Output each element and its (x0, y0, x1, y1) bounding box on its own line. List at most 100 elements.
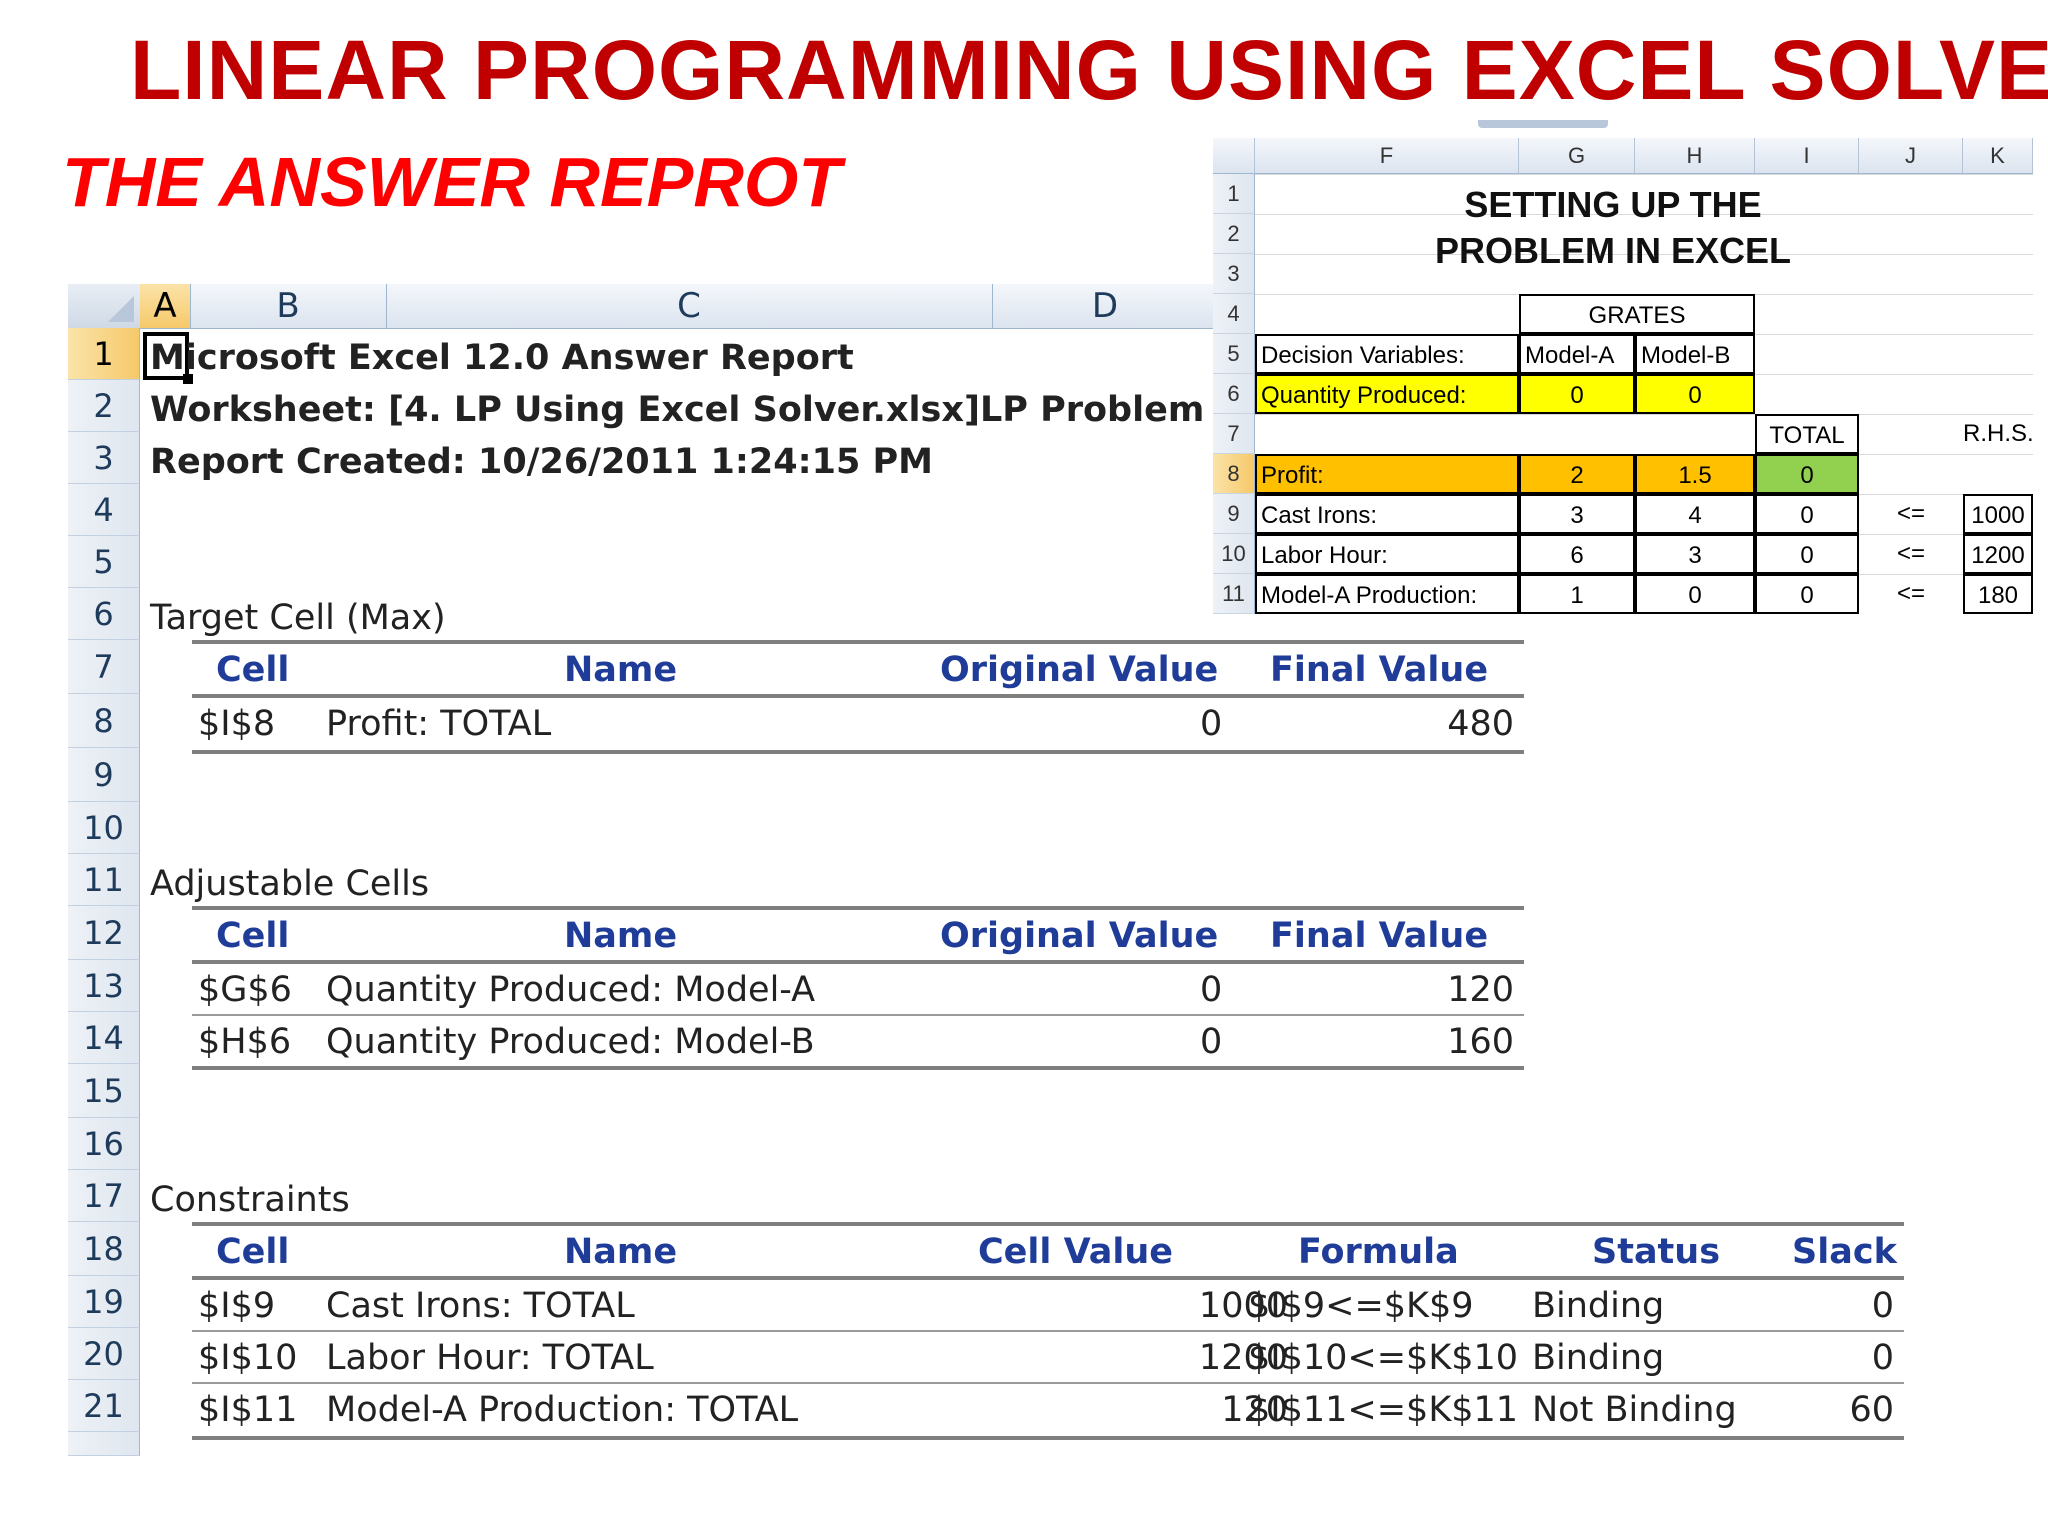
row-header[interactable]: 8 (1213, 454, 1255, 494)
quantity-produced-label[interactable]: Quantity Produced: (1255, 374, 1519, 414)
col-final-header: Final Value (1270, 650, 1489, 690)
profit-total-cell[interactable]: 0 (1755, 454, 1859, 494)
profit-model-b-cell[interactable]: 1.5 (1635, 454, 1755, 494)
setup-title-line1: SETTING UP THE (1464, 184, 1762, 225)
constraint-operator[interactable]: <= (1859, 494, 1963, 534)
constraint-rhs[interactable]: 1200 (1963, 534, 2033, 574)
constraint-operator[interactable]: <= (1859, 574, 1963, 614)
adjustable-cells-heading: Adjustable Cells (150, 864, 430, 904)
column-header-k[interactable]: K (1963, 138, 2033, 174)
constraint-a[interactable]: 6 (1519, 534, 1635, 574)
profit-label[interactable]: Profit: (1255, 454, 1519, 494)
constraints-heading: Constraints (150, 1180, 350, 1220)
row-header[interactable]: 14 (68, 1012, 140, 1064)
row-formula: $I$11<=$K$11 (1248, 1390, 1519, 1430)
constraint-label[interactable]: Cast Irons: (1255, 494, 1519, 534)
column-header-d[interactable]: D (992, 284, 1218, 328)
report-created: Report Created: 10/26/2011 1:24:15 PM (150, 442, 933, 482)
constraint-total[interactable]: 0 (1755, 534, 1859, 574)
col-original-header: Original Value (940, 916, 1219, 956)
col-name-header: Name (564, 650, 678, 690)
row-header[interactable]: 12 (68, 906, 140, 960)
row-header[interactable]: 4 (68, 484, 140, 536)
constraint-b[interactable]: 0 (1635, 574, 1755, 614)
row-cell: $I$8 (198, 704, 276, 744)
row-header[interactable]: 15 (68, 1064, 140, 1118)
row-header[interactable]: 19 (68, 1276, 140, 1328)
row-name: Profit: TOTAL (326, 704, 552, 744)
sheet-scroll-tab[interactable] (1478, 120, 1608, 128)
row-final: 480 (1447, 704, 1514, 744)
row-header[interactable]: 20 (68, 1328, 140, 1380)
target-cell-heading: Target Cell (Max) (150, 598, 446, 638)
row-header[interactable]: 2 (68, 380, 140, 432)
column-header-j[interactable]: J (1859, 138, 1963, 174)
constraint-a[interactable]: 1 (1519, 574, 1635, 614)
column-header-b[interactable]: B (190, 284, 387, 328)
row-header[interactable]: 3 (1213, 254, 1255, 294)
grates-header[interactable]: GRATES (1519, 294, 1755, 334)
row-header[interactable]: 7 (1213, 414, 1255, 454)
constraint-label[interactable]: Model-A Production: (1255, 574, 1519, 614)
model-a-header[interactable]: Model-A (1519, 334, 1635, 374)
row-header[interactable]: 17 (68, 1170, 140, 1222)
constraint-b[interactable]: 4 (1635, 494, 1755, 534)
row-header[interactable]: 9 (68, 748, 140, 802)
column-header-h[interactable]: H (1635, 138, 1755, 174)
select-all-corner[interactable] (68, 284, 141, 328)
row-header[interactable]: 6 (68, 588, 140, 640)
constraint-rhs[interactable]: 180 (1963, 574, 2033, 614)
row-header[interactable]: 6 (1213, 374, 1255, 414)
row-status: Binding (1532, 1338, 1665, 1378)
row-name: Model-A Production: TOTAL (326, 1390, 799, 1430)
row-header[interactable]: 1 (1213, 174, 1255, 214)
table-rule (192, 1276, 1904, 1280)
column-header-i[interactable]: I (1755, 138, 1859, 174)
col-cell-header: Cell (216, 916, 290, 956)
row-header[interactable]: 16 (68, 1118, 140, 1170)
col-slack-header: Slack (1792, 1232, 1897, 1272)
column-header-a[interactable]: A (140, 284, 191, 328)
total-header[interactable]: TOTAL (1755, 414, 1859, 454)
decision-variables-label[interactable]: Decision Variables: (1255, 334, 1519, 374)
quantity-model-a-cell[interactable]: 0 (1519, 374, 1635, 414)
constraint-label[interactable]: Labor Hour: (1255, 534, 1519, 574)
row-header (68, 1432, 140, 1456)
constraint-total[interactable]: 0 (1755, 574, 1859, 614)
row-header[interactable]: 10 (1213, 534, 1255, 574)
row-cell: $G$6 (198, 970, 292, 1010)
row-header[interactable]: 5 (68, 536, 140, 588)
select-all-corner[interactable] (1213, 138, 1255, 174)
row-header[interactable]: 10 (68, 802, 140, 854)
row-header[interactable]: 5 (1213, 334, 1255, 374)
row-name: Cast Irons: TOTAL (326, 1286, 635, 1326)
row-header[interactable]: 11 (68, 854, 140, 906)
row-header[interactable]: 8 (68, 694, 140, 748)
model-b-header[interactable]: Model-B (1635, 334, 1755, 374)
row-header[interactable]: 1 (68, 328, 140, 380)
row-header[interactable]: 7 (68, 640, 140, 694)
row-header[interactable]: 3 (68, 432, 140, 484)
column-header-g[interactable]: G (1519, 138, 1635, 174)
row-header[interactable]: 4 (1213, 294, 1255, 334)
row-original: 0 (1200, 704, 1223, 744)
constraint-total[interactable]: 0 (1755, 494, 1859, 534)
slide-subtitle: THE ANSWER REPROT (62, 143, 842, 221)
row-header[interactable]: 9 (1213, 494, 1255, 534)
constraint-a[interactable]: 3 (1519, 494, 1635, 534)
column-header-c[interactable]: C (386, 284, 993, 328)
row-header[interactable]: 11 (1213, 574, 1255, 614)
row-header[interactable]: 21 (68, 1380, 140, 1432)
constraint-rhs[interactable]: 1000 (1963, 494, 2033, 534)
table-rule (192, 960, 1524, 964)
row-cell: $H$6 (198, 1022, 292, 1062)
row-header[interactable]: 2 (1213, 214, 1255, 254)
constraint-operator[interactable]: <= (1859, 534, 1963, 574)
quantity-model-b-cell[interactable]: 0 (1635, 374, 1755, 414)
profit-model-a-cell[interactable]: 2 (1519, 454, 1635, 494)
row-header[interactable]: 13 (68, 960, 140, 1012)
rhs-header[interactable]: R.H.S. (1963, 414, 2033, 454)
constraint-b[interactable]: 3 (1635, 534, 1755, 574)
row-header[interactable]: 18 (68, 1222, 140, 1276)
column-header-f[interactable]: F (1255, 138, 1519, 174)
